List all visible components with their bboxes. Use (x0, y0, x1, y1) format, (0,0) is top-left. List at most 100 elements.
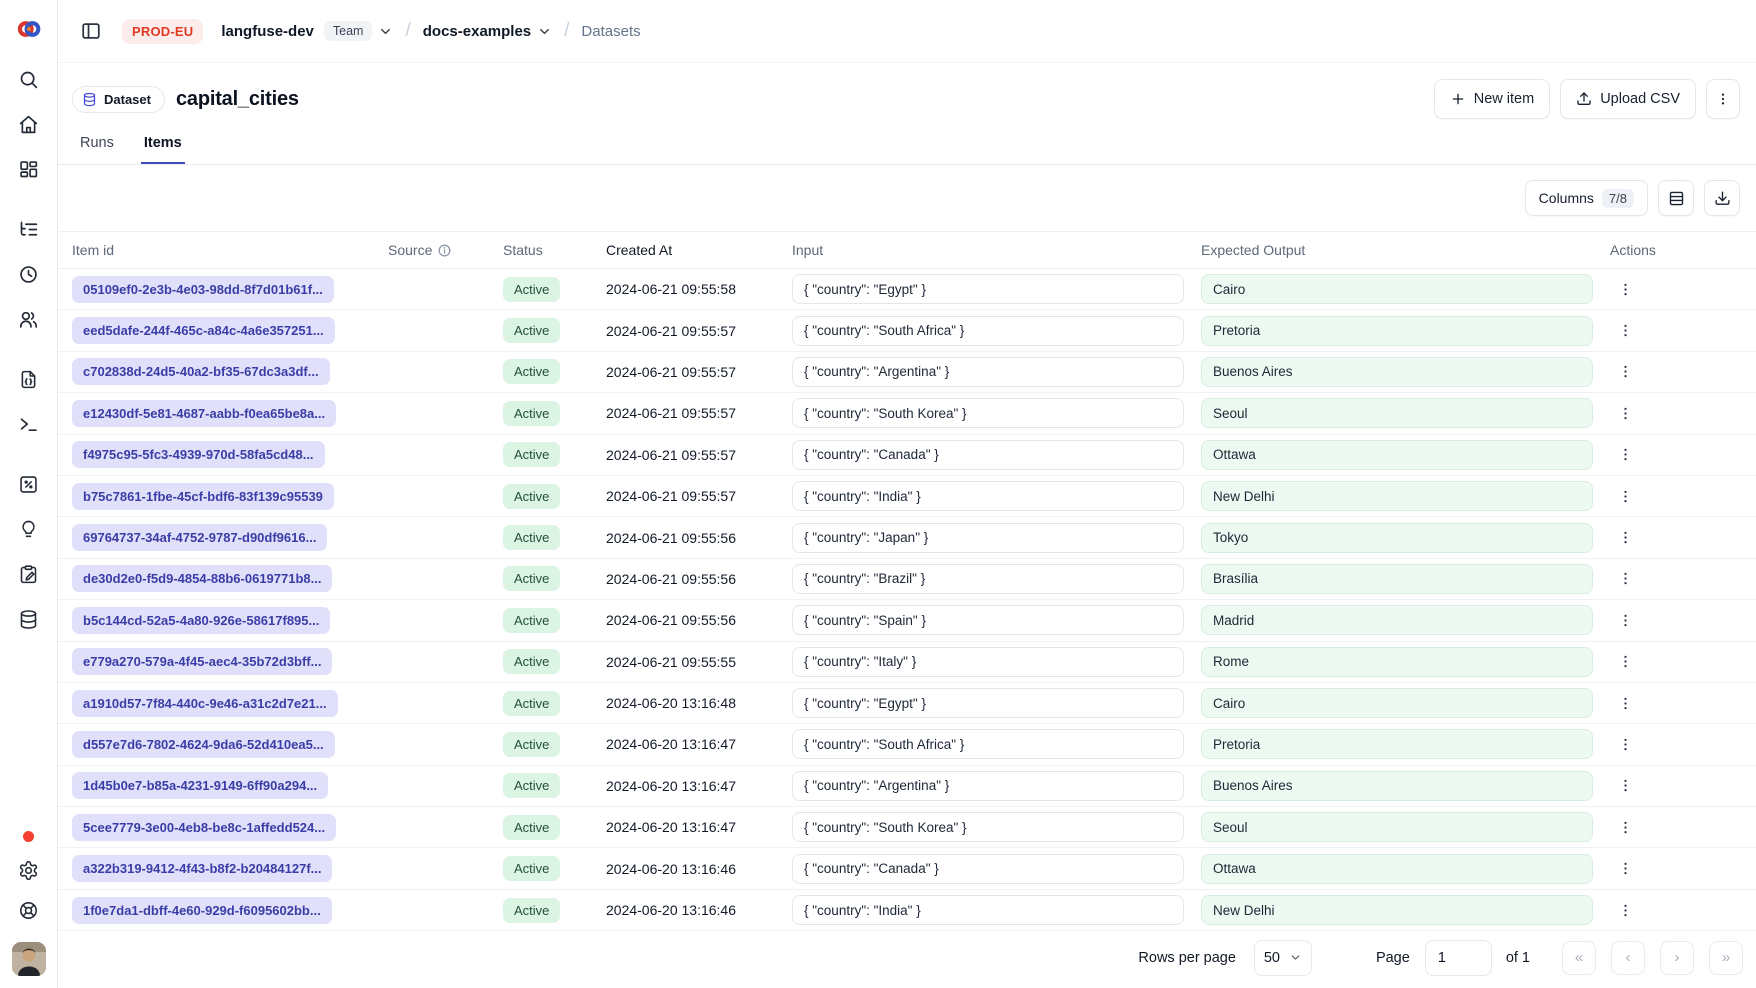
row-actions-kebab-button[interactable] (1610, 274, 1640, 304)
breadcrumb-org[interactable]: langfuse-dev (221, 23, 314, 40)
row-actions-kebab-button[interactable] (1610, 729, 1640, 759)
expected-output-cell[interactable]: Madrid (1201, 605, 1593, 635)
insights-lightbulb-icon[interactable] (18, 518, 40, 540)
dashboard-icon[interactable] (18, 158, 40, 180)
expected-output-cell[interactable]: Seoul (1201, 812, 1593, 842)
search-icon[interactable] (18, 68, 40, 90)
row-actions-kebab-button[interactable] (1610, 771, 1640, 801)
item-id-link[interactable]: f4975c95-5fc3-4939-970d-58fa5cd48... (72, 441, 325, 468)
row-actions-kebab-button[interactable] (1610, 564, 1640, 594)
annotation-clipboard-icon[interactable] (18, 563, 40, 585)
header-expected-output[interactable]: Expected Output (1201, 242, 1601, 258)
row-actions-kebab-button[interactable] (1610, 523, 1640, 553)
row-actions-kebab-button[interactable] (1610, 647, 1640, 677)
sidebar-toggle-button[interactable] (76, 16, 106, 46)
users-icon[interactable] (18, 308, 40, 330)
item-id-link[interactable]: a322b319-9412-4f43-b8f2-b20484127f... (72, 855, 332, 882)
input-cell[interactable]: { "country": "Egypt" } (792, 274, 1184, 304)
input-cell[interactable]: { "country": "Argentina" } (792, 357, 1184, 387)
item-id-link[interactable]: e779a270-579a-4f45-aec4-35b72d3bff... (72, 648, 332, 675)
project-chevron-down-icon[interactable] (537, 24, 552, 39)
item-id-link[interactable]: c702838d-24d5-40a2-bf35-67dc3a3df... (72, 358, 330, 385)
item-id-link[interactable]: eed5dafe-244f-465c-a84c-4a6e357251... (72, 317, 335, 344)
input-cell[interactable]: { "country": "South Korea" } (792, 398, 1184, 428)
tab-items[interactable]: Items (141, 133, 185, 164)
expected-output-cell[interactable]: Buenos Aires (1201, 771, 1593, 801)
input-cell[interactable]: { "country": "Argentina" } (792, 771, 1184, 801)
header-created-at[interactable]: Created At (606, 242, 792, 258)
item-id-link[interactable]: b5c144cd-52a5-4a80-926e-58617f895... (72, 607, 330, 634)
row-actions-kebab-button[interactable] (1610, 481, 1640, 511)
input-cell[interactable]: { "country": "Spain" } (792, 605, 1184, 635)
header-status[interactable]: Status (503, 242, 606, 258)
input-cell[interactable]: { "country": "Canada" } (792, 854, 1184, 884)
expected-output-cell[interactable]: Brasília (1201, 564, 1593, 594)
row-actions-kebab-button[interactable] (1610, 688, 1640, 718)
input-cell[interactable]: { "country": "Italy" } (792, 647, 1184, 677)
input-cell[interactable]: { "country": "South Africa" } (792, 729, 1184, 759)
playground-terminal-icon[interactable] (18, 413, 40, 435)
next-page-button[interactable]: › (1660, 941, 1694, 975)
item-id-link[interactable]: e12430df-5e81-4687-aabb-f0ea65be8a... (72, 400, 336, 427)
expected-output-cell[interactable]: Cairo (1201, 274, 1593, 304)
expected-output-cell[interactable]: New Delhi (1201, 895, 1593, 925)
expected-output-cell[interactable]: Pretoria (1201, 316, 1593, 346)
row-actions-kebab-button[interactable] (1610, 605, 1640, 635)
row-actions-kebab-button[interactable] (1610, 398, 1640, 428)
item-id-link[interactable]: 5cee7779-3e00-4eb8-be8c-1affedd524... (72, 814, 336, 841)
header-input[interactable]: Input (792, 242, 1201, 258)
org-chevron-down-icon[interactable] (378, 24, 393, 39)
row-actions-kebab-button[interactable] (1610, 440, 1640, 470)
expected-output-cell[interactable]: Pretoria (1201, 729, 1593, 759)
expected-output-cell[interactable]: New Delhi (1201, 481, 1593, 511)
item-id-link[interactable]: 1f0e7da1-dbff-4e60-929d-f6095602bb... (72, 897, 332, 924)
expected-output-cell[interactable]: Seoul (1201, 398, 1593, 428)
prompts-icon[interactable] (18, 368, 40, 390)
expected-output-cell[interactable]: Ottawa (1201, 854, 1593, 884)
input-cell[interactable]: { "country": "Canada" } (792, 440, 1184, 470)
row-actions-kebab-button[interactable] (1610, 812, 1640, 842)
columns-button[interactable]: Columns 7/8 (1525, 180, 1648, 216)
sessions-clock-icon[interactable] (18, 263, 40, 285)
settings-gear-icon[interactable] (18, 860, 40, 882)
input-cell[interactable]: { "country": "South Africa" } (792, 316, 1184, 346)
item-id-link[interactable]: de30d2e0-f5d9-4854-88b6-0619771b8... (72, 565, 332, 592)
input-cell[interactable]: { "country": "Japan" } (792, 523, 1184, 553)
upload-csv-button[interactable]: Upload CSV (1560, 79, 1696, 119)
last-page-button[interactable]: » (1709, 941, 1743, 975)
item-id-link[interactable]: 69764737-34af-4752-9787-d90df9616... (72, 524, 327, 551)
rows-per-page-select[interactable]: 50 (1254, 940, 1312, 976)
expected-output-cell[interactable]: Tokyo (1201, 523, 1593, 553)
page-number-input[interactable] (1425, 940, 1492, 976)
item-id-link[interactable]: b75c7861-1fbe-45cf-bdf6-83f139c95539 (72, 483, 334, 510)
expected-output-cell[interactable]: Buenos Aires (1201, 357, 1593, 387)
input-cell[interactable]: { "country": "Egypt" } (792, 688, 1184, 718)
support-lifebuoy-icon[interactable] (18, 900, 40, 922)
tracing-icon[interactable] (18, 218, 40, 240)
expected-output-cell[interactable]: Cairo (1201, 688, 1593, 718)
row-actions-kebab-button[interactable] (1610, 357, 1640, 387)
row-actions-kebab-button[interactable] (1610, 316, 1640, 346)
row-height-button[interactable] (1658, 180, 1694, 216)
item-id-link[interactable]: 05109ef0-2e3b-4e03-98dd-8f7d01b61f... (72, 276, 334, 303)
first-page-button[interactable]: « (1562, 941, 1596, 975)
new-item-button[interactable]: New item (1434, 79, 1550, 119)
page-actions-kebab-button[interactable] (1706, 79, 1740, 119)
header-source[interactable]: Source (388, 242, 503, 258)
item-id-link[interactable]: a1910d57-7f84-440c-9e46-a31c2d7e21... (72, 690, 338, 717)
input-cell[interactable]: { "country": "Brazil" } (792, 564, 1184, 594)
expected-output-cell[interactable]: Ottawa (1201, 440, 1593, 470)
prev-page-button[interactable]: ‹ (1611, 941, 1645, 975)
row-actions-kebab-button[interactable] (1610, 854, 1640, 884)
item-id-link[interactable]: 1d45b0e7-b85a-4231-9149-6ff90a294... (72, 772, 328, 799)
row-actions-kebab-button[interactable] (1610, 895, 1640, 925)
datasets-database-icon[interactable] (18, 608, 40, 630)
input-cell[interactable]: { "country": "India" } (792, 895, 1184, 925)
evaluators-percent-icon[interactable] (18, 473, 40, 495)
expected-output-cell[interactable]: Rome (1201, 647, 1593, 677)
export-download-button[interactable] (1704, 180, 1740, 216)
langfuse-logo-icon[interactable] (16, 16, 42, 42)
input-cell[interactable]: { "country": "South Korea" } (792, 812, 1184, 842)
input-cell[interactable]: { "country": "India" } (792, 481, 1184, 511)
item-id-link[interactable]: d557e7d6-7802-4624-9da6-52d410ea5... (72, 731, 335, 758)
